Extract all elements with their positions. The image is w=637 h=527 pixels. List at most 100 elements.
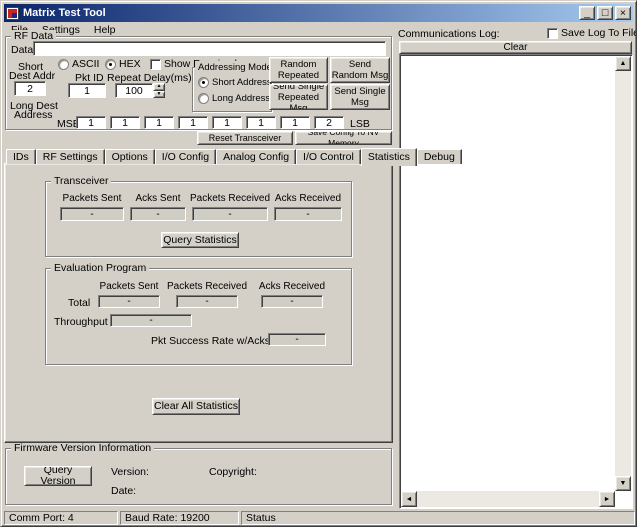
maximize-button-icon[interactable]: □ — [597, 6, 613, 20]
query-version-button[interactable]: Query Version — [24, 466, 92, 486]
save-log-checkbox-group[interactable]: Save Log To File — [547, 27, 637, 39]
scroll-up-icon[interactable]: ▲ — [615, 56, 631, 71]
total-acks-received-value: - — [261, 295, 323, 308]
transceiver-packets-sent-value: - — [60, 207, 124, 221]
data-label: Data — [11, 44, 34, 56]
horizontal-scrollbar[interactable]: ◄ ► — [401, 491, 615, 507]
transceiver-col-acks-sent: Acks Sent — [135, 193, 181, 204]
short-address-radio-group[interactable]: Short Address — [198, 77, 272, 88]
total-packets-sent-value: - — [98, 295, 160, 308]
vertical-scrollbar[interactable]: ▲ ▼ — [615, 56, 631, 491]
total-label: Total — [68, 297, 91, 309]
transceiver-group-label: Transceiver — [51, 175, 112, 188]
save-log-checkbox[interactable] — [547, 27, 558, 39]
long-address-byte-3[interactable] — [178, 116, 208, 129]
pkt-success-rate-label: Pkt Success Rate w/Acks — [151, 335, 271, 347]
long-address-byte-5[interactable] — [246, 116, 276, 129]
version-label: Version: — [111, 466, 149, 478]
long-address-byte-7[interactable] — [314, 116, 344, 129]
tab-analog-config[interactable]: Analog Config — [216, 149, 297, 164]
app-icon — [6, 6, 19, 20]
repeat-delay-spinner: ▲ ▼ — [153, 83, 165, 98]
scroll-left-icon[interactable]: ◄ — [401, 491, 417, 507]
firmware-version-group-label: Firmware Version Information — [11, 442, 155, 455]
ascii-radio[interactable] — [58, 58, 69, 70]
total-packets-received-value: - — [176, 295, 238, 308]
eval-col-packets-sent: Packets Sent — [99, 281, 159, 292]
save-log-label: Save Log To File — [561, 27, 637, 39]
close-button-icon[interactable]: × — [615, 6, 631, 20]
firmware-version-group: Firmware Version Information Query Versi… — [5, 442, 392, 505]
long-address-byte-2[interactable] — [144, 116, 174, 129]
ascii-radio-label: ASCII — [72, 58, 100, 70]
throughput-label: Throughput — [54, 316, 108, 328]
rf-data-group: RF Data Data ASCII HEX Show Received Sho… — [5, 30, 392, 130]
long-address-byte-1[interactable] — [110, 116, 140, 129]
minimize-button-icon[interactable]: _ — [579, 6, 595, 20]
repeat-delay-input[interactable] — [115, 83, 153, 98]
long-address-byte-0[interactable] — [76, 116, 106, 129]
long-address-byte-6[interactable] — [280, 116, 310, 129]
window-title: Matrix Test Tool — [23, 7, 106, 19]
menu-help[interactable]: Help — [87, 24, 123, 37]
status-state: Status — [241, 511, 635, 525]
save-config-nv-button[interactable]: Save Config To NV Memory — [295, 131, 392, 145]
transceiver-acks-received-value: - — [274, 207, 342, 221]
long-address-radio-group[interactable]: Long Address — [198, 93, 270, 104]
short-address-radio[interactable] — [198, 77, 209, 88]
hex-radio[interactable] — [105, 58, 116, 70]
pkt-id-input[interactable] — [68, 83, 106, 98]
long-dest-address-label-line2: Address — [14, 109, 53, 121]
send-random-msg-button[interactable]: Send Random Msg — [330, 57, 390, 83]
long-address-radio[interactable] — [198, 93, 209, 104]
tab-io-config[interactable]: I/O Config — [154, 149, 217, 164]
clear-all-statistics-button[interactable]: Clear All Statistics — [152, 398, 240, 415]
long-address-byte-4[interactable] — [212, 116, 242, 129]
clear-log-button[interactable]: Clear — [399, 41, 632, 54]
send-single-msg-button[interactable]: Send Single Msg — [330, 84, 390, 110]
tab-ids[interactable]: IDs — [6, 149, 36, 164]
evaluation-program-group-label: Evaluation Program — [51, 262, 150, 275]
send-single-repeated-msg-button[interactable]: Send Single Repeated Msg — [269, 84, 328, 110]
transceiver-col-packets-received: Packets Received — [190, 193, 271, 204]
tab-statistics[interactable]: Statistics — [360, 148, 417, 166]
ascii-radio-group[interactable]: ASCII — [58, 58, 99, 70]
show-received-checkbox[interactable] — [150, 58, 161, 70]
spinner-up-icon[interactable]: ▲ — [153, 83, 165, 91]
title-bar[interactable]: Matrix Test Tool _ □ × — [4, 4, 633, 22]
tab-debug[interactable]: Debug — [416, 149, 462, 164]
status-bar: Comm Port: 4 Baud Rate: 19200 Status — [4, 511, 635, 525]
send-random-repeated-msg-button[interactable]: Send Random Repeated Msg — [269, 57, 328, 83]
eval-col-packets-received: Packets Received — [166, 281, 248, 292]
menu-bar: File Settings Help — [4, 23, 633, 37]
status-baud-rate: Baud Rate: 19200 — [120, 511, 239, 525]
status-comm-port: Comm Port: 4 — [4, 511, 118, 525]
reset-transceiver-button[interactable]: Reset Transceiver — [197, 131, 293, 145]
statistics-tab-panel: Transceiver Packets Sent Acks Sent Packe… — [4, 163, 393, 443]
transceiver-acks-sent-value: - — [130, 207, 186, 221]
scroll-down-icon[interactable]: ▼ — [615, 476, 631, 491]
pkt-success-rate-value: - — [268, 333, 326, 346]
hex-radio-label: HEX — [119, 58, 141, 70]
query-statistics-button[interactable]: Query Statistics — [161, 232, 239, 248]
tab-options[interactable]: Options — [104, 149, 155, 164]
tab-strip: IDs RF Settings Options I/O Config Analo… — [6, 148, 462, 166]
long-address-label: Long Address — [212, 93, 271, 104]
addressing-mode-group: Addressing Mode Short Address Long Addre… — [192, 61, 275, 112]
date-label: Date: — [111, 485, 137, 497]
tab-io-control[interactable]: I/O Control — [296, 149, 361, 164]
data-input[interactable] — [33, 41, 386, 56]
spinner-down-icon[interactable]: ▼ — [153, 90, 165, 98]
scroll-right-icon[interactable]: ► — [599, 491, 615, 507]
evaluation-program-group: Evaluation Program Packets Sent Packets … — [45, 262, 352, 365]
transceiver-col-acks-received: Acks Received — [274, 193, 342, 204]
transceiver-group: Transceiver Packets Sent Acks Sent Packe… — [45, 175, 352, 257]
throughput-value: - — [110, 314, 192, 327]
hex-radio-group[interactable]: HEX — [105, 58, 141, 70]
short-address-label: Short Address — [212, 77, 272, 88]
addressing-mode-group-label: Addressing Mode — [195, 61, 275, 74]
short-dest-addr-input[interactable] — [14, 81, 46, 96]
tab-rf-settings[interactable]: RF Settings — [35, 149, 105, 164]
communications-log-label: Communications Log: — [398, 28, 500, 40]
communications-log-list[interactable]: ▲ ▼ ◄ ► — [399, 54, 633, 509]
